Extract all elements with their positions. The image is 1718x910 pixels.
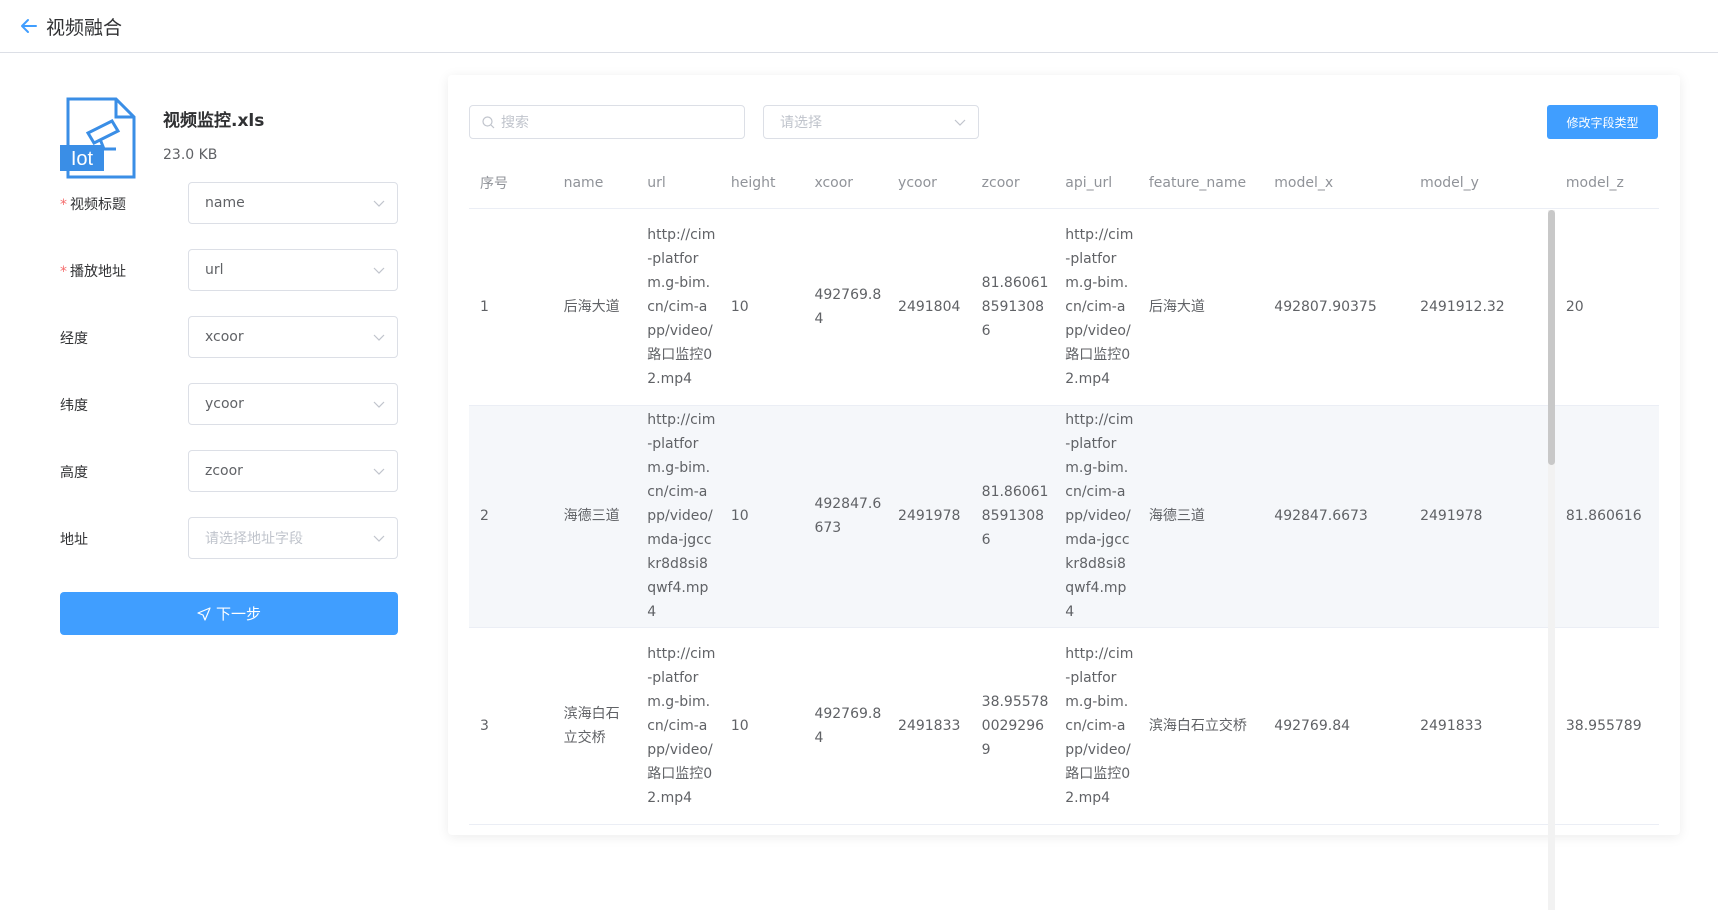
arrow-left-icon[interactable] <box>20 17 38 35</box>
form-row-latitude: 纬度 ycoor <box>60 383 398 450</box>
table-cell: 10 <box>719 405 804 628</box>
filter-select[interactable]: 请选择 <box>763 105 979 139</box>
data-preview-panel: 搜索 请选择 修改字段类型 序号 name url height xcoor y… <box>448 75 1680 910</box>
send-icon <box>197 606 211 621</box>
table-cell: 10 <box>719 627 804 825</box>
chevron-down-icon <box>373 334 385 341</box>
table-cell: 492769.84 <box>803 208 888 406</box>
table-cell: 2491833 <box>887 627 971 825</box>
table-cell: 492847.6673 <box>1263 405 1410 628</box>
table-cell: 20 <box>1554 208 1659 406</box>
file-info: Iot 视频监控.xls 23.0 KB <box>60 92 398 182</box>
table-cell: 2 <box>469 405 553 628</box>
data-table: 序号 name url height xcoor ycoor zcoor api… <box>469 159 1659 825</box>
table-cell: 后海大道 <box>1137 208 1264 406</box>
form-label: 高度 <box>60 465 88 481</box>
column-header: feature_name <box>1137 159 1264 209</box>
column-header: model_y <box>1409 159 1555 209</box>
edit-field-type-button[interactable]: 修改字段类型 <box>1547 105 1658 139</box>
form-row-height: 高度 zcoor <box>60 450 398 517</box>
chevron-down-icon <box>954 119 966 126</box>
table-cell: 2491912.32 <box>1409 208 1555 406</box>
table-cell: 2491833 <box>1409 627 1555 825</box>
form-label: 地址 <box>60 532 88 548</box>
url-field-select[interactable]: url <box>188 249 398 291</box>
column-header: model_x <box>1263 159 1410 209</box>
table-cell: 38.955780029296 9 <box>970 627 1055 825</box>
column-header: xcoor <box>803 159 888 209</box>
longitude-field-select[interactable]: xcoor <box>188 316 398 358</box>
scrollbar-thumb[interactable] <box>1548 210 1555 465</box>
table-cell: 海德三道 <box>1137 405 1264 628</box>
height-field-select[interactable]: zcoor <box>188 450 398 492</box>
table-cell: 38.955789 <box>1554 627 1659 825</box>
table-row[interactable]: 2 海德三道 http://cim-platform.g-bim.cn/cim-… <box>469 405 1659 628</box>
table-cell: http://cim-platform.g-bim.cn/cim-app/vid… <box>636 627 720 825</box>
next-step-button[interactable]: 下一步 <box>60 592 398 635</box>
chevron-down-icon <box>373 535 385 542</box>
chevron-down-icon <box>373 267 385 274</box>
search-icon <box>482 115 495 128</box>
table-cell: 2491978 <box>1409 405 1555 628</box>
chevron-down-icon <box>373 468 385 475</box>
table-cell: 492769.84 <box>1263 627 1410 825</box>
form-row-longitude: 经度 xcoor <box>60 316 398 383</box>
column-header: model_z <box>1554 159 1659 209</box>
column-header: 序号 <box>469 159 553 209</box>
table-cell: 滨海白石立交桥 <box>552 627 637 825</box>
search-input[interactable]: 搜索 <box>469 105 745 139</box>
table-scrollbar[interactable] <box>1548 210 1555 910</box>
table-cell: 81.860618591308 6 <box>970 405 1055 628</box>
page-header: 视频融合 <box>0 0 1718 53</box>
table-header-row: 序号 name url height xcoor ycoor zcoor api… <box>469 159 1659 209</box>
form-label: 纬度 <box>60 398 88 414</box>
form-row-address: 地址 请选择地址字段 <box>60 517 398 584</box>
form-label: * 播放地址 <box>60 264 126 280</box>
iot-file-icon: Iot <box>60 97 136 179</box>
table-cell: http://cim-platform.g-bim.cn/cim-app/vid… <box>636 208 720 406</box>
title-field-select[interactable]: name <box>188 182 398 224</box>
table-cell: http://cim-platform.g-bim.cn/cim-app/vid… <box>1054 208 1138 406</box>
column-header: ycoor <box>887 159 971 209</box>
form-label: 经度 <box>60 331 88 347</box>
table-cell: 492847.6673 <box>803 405 888 628</box>
table-row[interactable]: 1 后海大道 http://cim-platform.g-bim.cn/cim-… <box>469 208 1659 406</box>
table-cell: 2491804 <box>887 208 971 406</box>
table-cell: 492807.90375 <box>1263 208 1410 406</box>
table-cell: http://cim-platform.g-bim.cn/cim-app/vid… <box>636 405 720 628</box>
file-name: 视频监控.xls <box>163 111 265 131</box>
column-header: api_url <box>1054 159 1138 209</box>
table-cell: 2491978 <box>887 405 971 628</box>
table-cell: 81.860616 <box>1554 405 1659 628</box>
form-label: * 视频标题 <box>60 197 126 213</box>
table-cell: 3 <box>469 627 553 825</box>
table-cell: 10 <box>719 208 804 406</box>
chevron-down-icon <box>373 200 385 207</box>
address-field-select[interactable]: 请选择地址字段 <box>188 517 398 559</box>
table-cell: 1 <box>469 208 553 406</box>
table-cell: http://cim-platform.g-bim.cn/cim-app/vid… <box>1054 627 1138 825</box>
table-cell: 后海大道 <box>552 208 637 406</box>
form-row-title: * 视频标题 name <box>60 182 398 249</box>
file-size: 23.0 KB <box>163 147 218 163</box>
table-cell: 海德三道 <box>552 405 637 628</box>
latitude-field-select[interactable]: ycoor <box>188 383 398 425</box>
page-title: 视频融合 <box>46 16 123 39</box>
table-cell: 滨海白石立交桥 <box>1137 627 1264 825</box>
form-row-url: * 播放地址 url <box>60 249 398 316</box>
column-header: name <box>552 159 637 209</box>
column-header: height <box>719 159 804 209</box>
table-cell: http://cim-platform.g-bim.cn/cim-app/vid… <box>1054 405 1138 628</box>
column-header: url <box>636 159 720 209</box>
table-row[interactable]: 3 滨海白石立交桥 http://cim-platform.g-bim.cn/c… <box>469 627 1659 825</box>
table-cell: 81.860618591308 6 <box>970 208 1055 406</box>
table-cell: 492769.84 <box>803 627 888 825</box>
config-form-panel: Iot 视频监控.xls 23.0 KB * 视频标题 name * 播放地址 ur… <box>60 92 398 635</box>
chevron-down-icon <box>373 401 385 408</box>
column-header: zcoor <box>970 159 1055 209</box>
svg-text:Iot: Iot <box>71 148 94 170</box>
